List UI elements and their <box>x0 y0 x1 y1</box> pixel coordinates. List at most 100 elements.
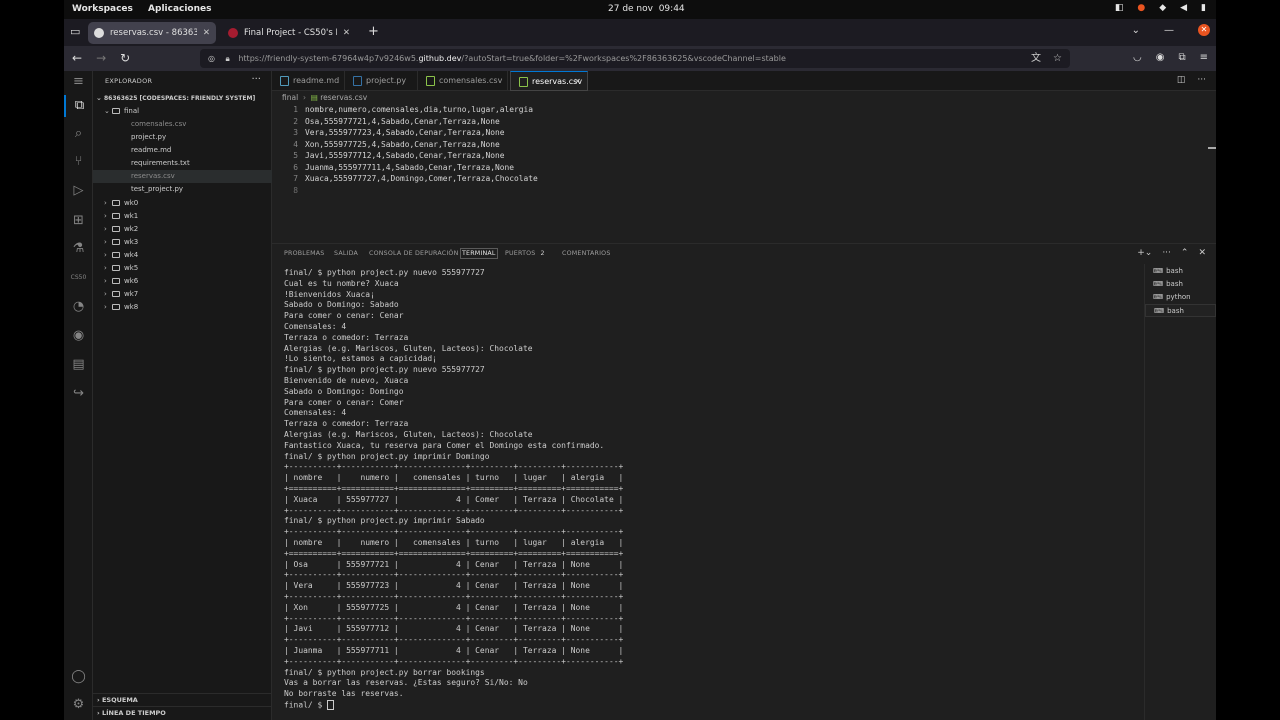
docker-icon[interactable]: ▤ <box>64 354 93 376</box>
panel-tab-ports[interactable]: PUERTOS 2 <box>505 250 545 257</box>
search-icon[interactable]: ⌕ <box>64 123 93 145</box>
workspace-header[interactable]: ⌄ 86363625 [CODESPACES: FRIENDLY SYSTEM] <box>93 92 274 105</box>
account-icon[interactable]: ◉ <box>1156 52 1165 63</box>
more-actions-icon[interactable]: ··· <box>251 74 261 85</box>
back-icon[interactable]: ← <box>72 51 82 65</box>
menu-icon[interactable]: ≡ <box>1200 52 1208 63</box>
tree-folder-final[interactable]: ⌄ final <box>93 105 282 118</box>
new-tab-button[interactable]: + <box>368 24 379 39</box>
close-window-icon[interactable]: ✕ <box>1198 24 1210 36</box>
more-actions-icon[interactable]: ··· <box>1162 248 1171 258</box>
minimize-window-icon[interactable]: — <box>1164 25 1174 36</box>
run-debug-icon[interactable]: ▷ <box>64 180 93 202</box>
applications-button[interactable]: Aplicaciones <box>148 4 211 14</box>
tree-folder[interactable]: › wk5 <box>93 262 282 275</box>
close-editor-tab-icon[interactable]: ✕ <box>574 72 581 92</box>
tree-folder[interactable]: › wk8 <box>93 301 282 314</box>
terminal-line: +----------+-----------+--------------+-… <box>284 613 624 623</box>
vscode-tray-icon[interactable]: ◧ <box>1115 3 1124 13</box>
os-top-bar: Workspaces Aplicaciones 27 de nov 09:44 … <box>64 0 1216 19</box>
extensions-icon[interactable]: ⧉ <box>1178 52 1185 63</box>
terminal-item-python[interactable]: ⌨ python <box>1145 291 1216 304</box>
browser-tab-reservas[interactable]: reservas.csv - 86363625 [Co ✕ <box>88 22 216 44</box>
shield-icon[interactable]: ◎ <box>208 54 215 63</box>
battery-icon[interactable]: ▮ <box>1201 3 1206 13</box>
new-terminal-icon[interactable]: +⌄ <box>1137 248 1152 258</box>
list-tabs-icon[interactable]: ⌄ <box>1132 25 1140 36</box>
panel-tab-debug-console[interactable]: CONSOLA DE DEPURACIÓN <box>369 250 458 257</box>
editor-tab-label: comensales.csv <box>439 76 503 85</box>
tree-folder[interactable]: › wk3 <box>93 236 282 249</box>
pocket-icon[interactable]: ◡ <box>1133 52 1142 63</box>
terminal-line: Vas a borrar las reservas. ¿Estas seguro… <box>284 678 528 688</box>
breadcrumb: final › ▤ reservas.csv <box>282 93 368 102</box>
scrollbar-marker[interactable] <box>1208 147 1216 149</box>
workspaces-button[interactable]: Workspaces <box>72 4 133 14</box>
chevron-right-icon: › <box>104 277 107 285</box>
tree-folder[interactable]: › wk7 <box>93 288 282 301</box>
terminal-line: final/ $ python project.py borrar bookin… <box>284 667 485 677</box>
source-control-icon[interactable]: ⑂ <box>64 151 93 173</box>
panel-tab-terminal[interactable]: TERMINAL <box>460 248 498 259</box>
line-number: 3 <box>293 128 298 137</box>
terminal-item-bash[interactable]: ⌨ bash <box>1145 265 1216 278</box>
close-tab-icon[interactable]: ✕ <box>337 28 350 38</box>
maximize-panel-icon[interactable]: ⌃ <box>1181 248 1189 258</box>
lock-icon[interactable]: 🔒︎ <box>226 54 230 63</box>
recording-icon[interactable]: ● <box>1137 3 1145 13</box>
volume-icon[interactable]: ◀ <box>1180 3 1187 13</box>
folder-label: wk3 <box>124 238 139 246</box>
editor-tab-readme[interactable]: readme.md <box>272 71 345 91</box>
tree-folder[interactable]: › wk6 <box>93 275 282 288</box>
tab-manager-icon[interactable]: ▭ <box>70 25 80 38</box>
outline-section[interactable]: › ESQUEMA <box>93 693 271 706</box>
terminal-line: +==========+===========+==============+=… <box>284 484 624 493</box>
explorer-icon[interactable]: ⧉ <box>64 95 93 117</box>
url-bar[interactable]: ◎ 🔒︎ https://friendly-system-67964w4p7v9… <box>200 49 1070 68</box>
panel-tab-problems[interactable]: PROBLEMAS <box>284 250 324 257</box>
live-share-icon[interactable]: ↪ <box>64 383 93 405</box>
github-icon[interactable]: ◉ <box>64 325 93 347</box>
panel-tab-comments[interactable]: COMENTARIOS <box>562 250 611 257</box>
tree-folder[interactable]: › wk1 <box>93 210 282 223</box>
screen-frame: Workspaces Aplicaciones 27 de nov 09:44 … <box>64 0 1216 720</box>
testing-icon[interactable]: ⚗ <box>64 238 93 260</box>
breadcrumb-file[interactable]: reservas.csv <box>320 93 367 102</box>
more-actions-icon[interactable]: ··· <box>1197 75 1206 85</box>
split-editor-icon[interactable]: ◫ <box>1177 75 1186 85</box>
menu-icon[interactable]: ≡ <box>64 71 93 93</box>
terminal-line: | Xuaca | 555977727 | 4 | Comer | Terraz… <box>284 494 624 504</box>
terminal-item-label: bash <box>1166 267 1183 275</box>
chevron-right-icon: › <box>104 290 107 298</box>
settings-gear-icon[interactable]: ⚙ <box>64 694 93 716</box>
folder-icon <box>112 252 120 258</box>
chevron-right-icon: › <box>104 212 107 220</box>
panel-tab-output[interactable]: SALIDA <box>334 250 358 257</box>
terminal-item-bash[interactable]: ⌨ bash <box>1145 278 1216 291</box>
timeline-section[interactable]: › LÍNEA DE TIEMPO <box>93 706 271 719</box>
line-number: 5 <box>293 151 298 160</box>
code-line: 8 <box>272 185 305 197</box>
terminal-icon: ⌨ <box>1154 307 1165 315</box>
reload-icon[interactable]: ↻ <box>120 51 130 65</box>
translate-icon[interactable]: 文 <box>1031 49 1041 68</box>
bookmark-star-icon[interactable]: ☆ <box>1053 49 1062 68</box>
ducky-icon[interactable]: ◔ <box>64 296 93 318</box>
close-tab-icon[interactable]: ✕ <box>197 28 210 38</box>
browser-tab-cs50[interactable]: Final Project - CS50's Introd ✕ <box>222 22 356 44</box>
extensions-icon[interactable]: ⊞ <box>64 210 93 232</box>
wifi-icon[interactable]: ◆ <box>1159 3 1166 13</box>
terminal-item-bash-active[interactable]: ⌨ bash <box>1145 304 1216 317</box>
cs50-icon[interactable]: CS50 <box>64 267 93 289</box>
editor-tab-comensales[interactable]: comensales.csv <box>418 71 508 91</box>
tree-folder[interactable]: › wk4 <box>93 249 282 262</box>
tree-folder[interactable]: › wk0 <box>93 197 282 210</box>
account-icon[interactable]: ◯ <box>64 666 93 688</box>
editor-tab-reservas[interactable]: reservas.csv ✕ <box>510 71 588 91</box>
forward-icon[interactable]: → <box>96 51 106 65</box>
clock[interactable]: 27 de nov 09:44 <box>608 4 685 14</box>
tree-folder[interactable]: › wk2 <box>93 223 282 236</box>
close-panel-icon[interactable]: ✕ <box>1198 248 1206 258</box>
editor-tab-project[interactable]: project.py <box>345 71 418 91</box>
breadcrumb-folder[interactable]: final <box>282 93 298 102</box>
